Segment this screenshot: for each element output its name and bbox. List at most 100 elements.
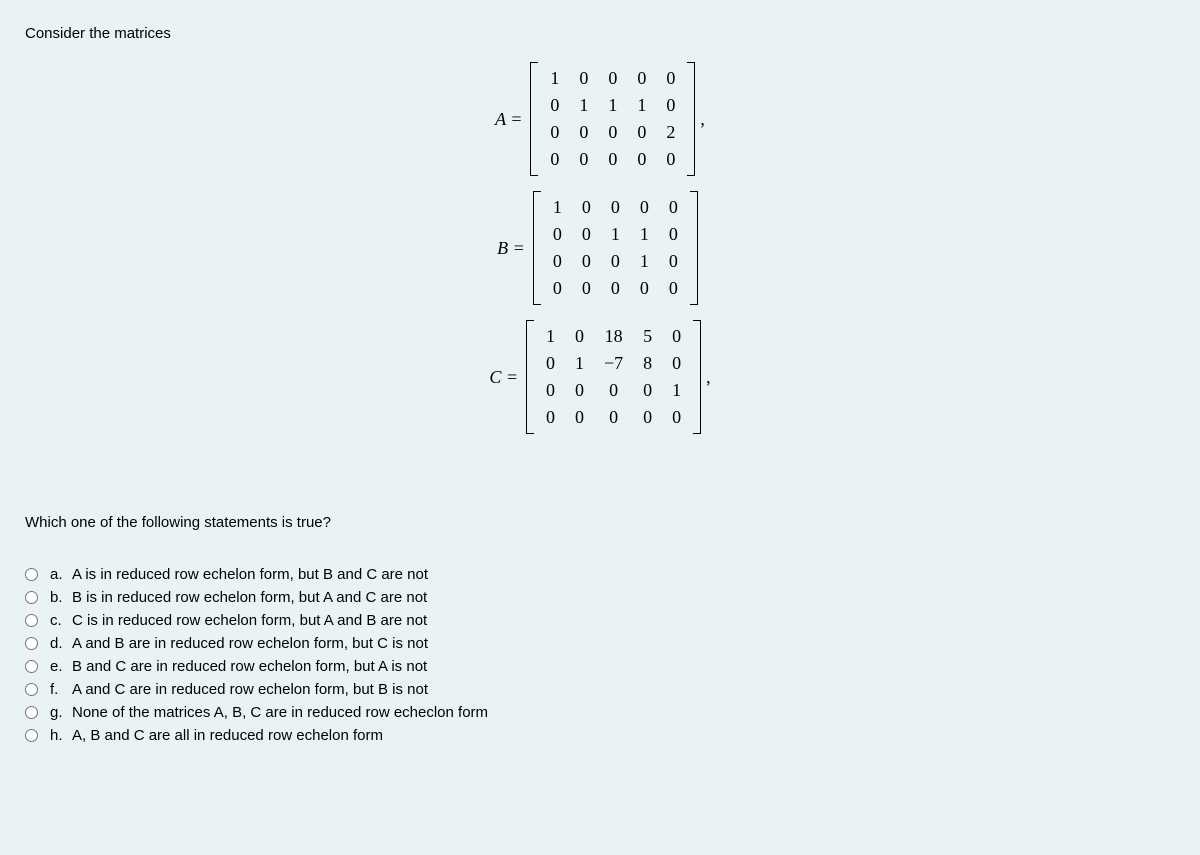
matrix-cell: 0: [565, 377, 594, 404]
option-g: g. None of the matrices A, B, C are in r…: [25, 704, 1175, 721]
option-d: d. A and B are in reduced row echelon fo…: [25, 635, 1175, 652]
option-h-radio[interactable]: [25, 729, 38, 742]
matrix-cell: 0: [659, 275, 688, 302]
matrix-cell: 0: [598, 119, 627, 146]
matrix-cell: 0: [659, 221, 688, 248]
option-a-letter: a.: [50, 566, 72, 583]
matrix-cell: 1: [540, 65, 569, 92]
matrix-C-table: 10185001−7800000100000: [536, 323, 691, 431]
option-h: h. A, B and C are all in reduced row ech…: [25, 727, 1175, 744]
option-f: f. A and C are in reduced row echelon fo…: [25, 681, 1175, 698]
matrix-cell: 0: [572, 221, 601, 248]
option-e-radio[interactable]: [25, 660, 38, 673]
matrix-C-row: C = 10185001−7800000100000 ,: [489, 320, 710, 434]
matrix-cell: 0: [627, 119, 656, 146]
option-d-letter: d.: [50, 635, 72, 652]
option-d-radio[interactable]: [25, 637, 38, 650]
matrix-cell: 0: [601, 248, 630, 275]
option-b-letter: b.: [50, 589, 72, 606]
matrix-cell: 0: [601, 194, 630, 221]
matrix-cell: 0: [659, 248, 688, 275]
matrix-cell: 0: [565, 323, 594, 350]
matrix-cell: 0: [569, 146, 598, 173]
matrix-cell: 1: [536, 323, 565, 350]
matrix-cell: 0: [572, 194, 601, 221]
matrix-cell: 0: [656, 92, 685, 119]
matrix-A: 10000011100000200000: [530, 62, 695, 176]
option-f-text: A and C are in reduced row echelon form,…: [72, 681, 428, 698]
option-g-radio[interactable]: [25, 706, 38, 719]
matrix-cell: 0: [543, 275, 572, 302]
option-e-letter: e.: [50, 658, 72, 675]
matrix-cell: 0: [569, 65, 598, 92]
matrix-cell: 0: [662, 404, 691, 431]
matrix-cell: 0: [656, 146, 685, 173]
matrix-cell: 0: [543, 248, 572, 275]
option-c-letter: c.: [50, 612, 72, 629]
intro-text: Consider the matrices: [25, 25, 1175, 42]
matrix-cell: 0: [656, 65, 685, 92]
matrix-B-label: B =: [497, 238, 525, 259]
option-d-text: A and B are in reduced row echelon form,…: [72, 635, 428, 652]
option-a: a. A is in reduced row echelon form, but…: [25, 566, 1175, 583]
matrix-cell: 1: [565, 350, 594, 377]
matrix-cell: −7: [594, 350, 633, 377]
matrix-cell: 0: [543, 221, 572, 248]
matrix-C-trailing: ,: [706, 367, 711, 388]
matrix-A-trailing: ,: [700, 109, 705, 130]
option-c-radio[interactable]: [25, 614, 38, 627]
matrix-cell: 1: [598, 92, 627, 119]
matrix-cell: 8: [633, 350, 662, 377]
option-g-letter: g.: [50, 704, 72, 721]
matrix-B-row: B = 10000001100001000000: [497, 191, 703, 305]
matrix-cell: 0: [540, 92, 569, 119]
option-f-radio[interactable]: [25, 683, 38, 696]
matrix-cell: 0: [540, 119, 569, 146]
matrix-cell: 0: [662, 323, 691, 350]
matrix-A-row: A = 10000011100000200000 ,: [495, 62, 705, 176]
matrix-cell: 1: [662, 377, 691, 404]
matrix-cell: 0: [540, 146, 569, 173]
matrix-cell: 0: [662, 350, 691, 377]
option-b: b. B is in reduced row echelon form, but…: [25, 589, 1175, 606]
option-h-letter: h.: [50, 727, 72, 744]
matrix-cell: 1: [630, 221, 659, 248]
matrix-cell: 1: [601, 221, 630, 248]
matrix-B: 10000001100001000000: [533, 191, 698, 305]
matrix-cell: 0: [536, 404, 565, 431]
matrix-cell: 0: [630, 194, 659, 221]
matrix-A-label: A =: [495, 109, 522, 130]
matrix-cell: 0: [569, 119, 598, 146]
matrix-cell: 2: [656, 119, 685, 146]
matrix-cell: 0: [659, 194, 688, 221]
option-g-text: None of the matrices A, B, C are in redu…: [72, 704, 488, 721]
matrix-cell: 0: [572, 248, 601, 275]
option-h-text: A, B and C are all in reduced row echelo…: [72, 727, 383, 744]
matrix-cell: 18: [594, 323, 633, 350]
options-list: a. A is in reduced row echelon form, but…: [25, 566, 1175, 744]
option-a-radio[interactable]: [25, 568, 38, 581]
matrix-cell: 0: [572, 275, 601, 302]
option-b-radio[interactable]: [25, 591, 38, 604]
matrix-cell: 0: [598, 146, 627, 173]
matrix-cell: 0: [565, 404, 594, 431]
matrix-cell: 0: [633, 404, 662, 431]
matrix-cell: 1: [543, 194, 572, 221]
matrix-cell: 0: [536, 377, 565, 404]
option-c-text: C is in reduced row echelon form, but A …: [72, 612, 427, 629]
matrix-A-table: 10000011100000200000: [540, 65, 685, 173]
matrix-C: 10185001−7800000100000: [526, 320, 701, 434]
matrix-C-label: C =: [489, 367, 518, 388]
matrix-cell: 0: [627, 65, 656, 92]
option-b-text: B is in reduced row echelon form, but A …: [72, 589, 427, 606]
option-a-text: A is in reduced row echelon form, but B …: [72, 566, 428, 583]
matrix-cell: 0: [630, 275, 659, 302]
question-text: Which one of the following statements is…: [25, 514, 1175, 531]
matrix-B-table: 10000001100001000000: [543, 194, 688, 302]
matrix-cell: 0: [627, 146, 656, 173]
matrix-cell: 5: [633, 323, 662, 350]
matrix-cell: 0: [601, 275, 630, 302]
matrix-cell: 1: [627, 92, 656, 119]
matrix-cell: 0: [633, 377, 662, 404]
option-e: e. B and C are in reduced row echelon fo…: [25, 658, 1175, 675]
